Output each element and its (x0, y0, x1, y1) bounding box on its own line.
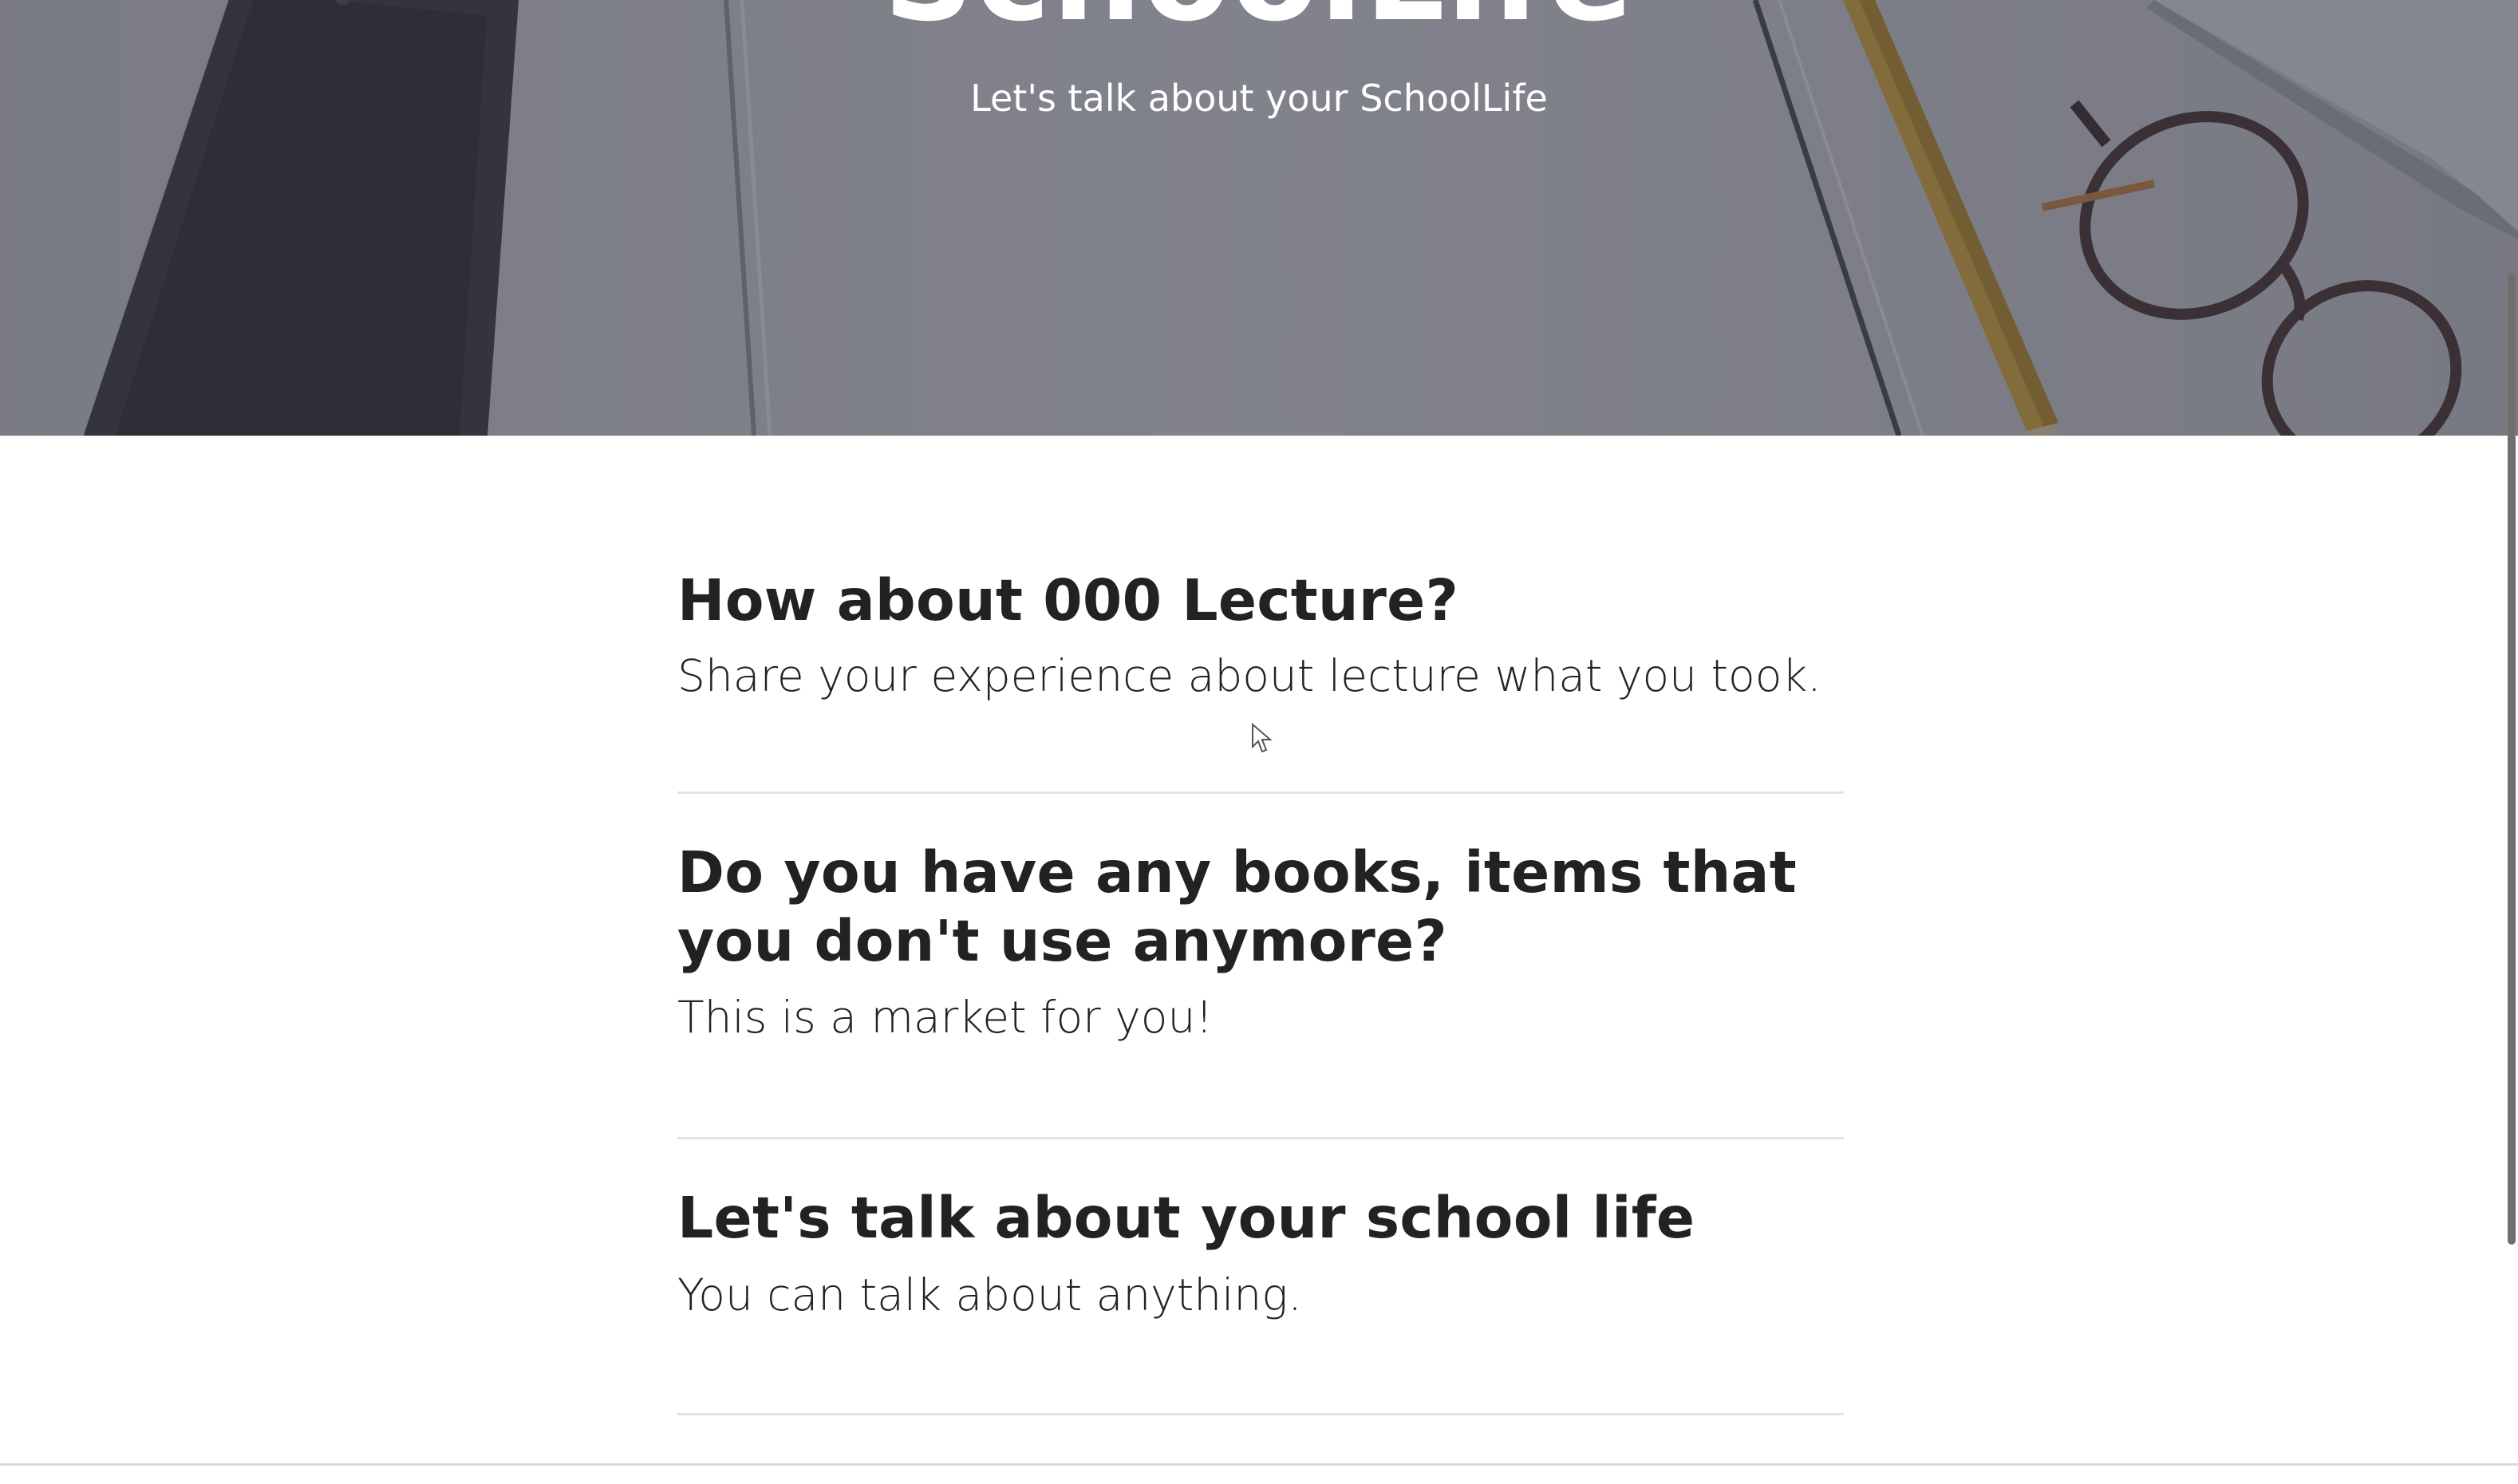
site-title[interactable]: SchoolLife (0, 0, 2518, 40)
post-preview-school-life[interactable]: Let's talk about your school life You ca… (677, 1139, 1844, 1415)
post-list: How about 000 Lecture? Share your experi… (677, 511, 1844, 1415)
post-subtitle: Share your experience about lecture what… (677, 650, 1821, 701)
post-subtitle: This is a market for you! (677, 992, 1214, 1043)
post-title[interactable]: How about 000 Lecture? (677, 566, 1844, 635)
hero-header: SchoolLife Let's talk about your SchoolL… (0, 0, 2518, 436)
post-title[interactable]: Do you have any books, items that you do… (677, 839, 1844, 976)
window-bottom-edge (0, 1463, 2518, 1466)
post-subtitle: You can talk about anything. (677, 1269, 1302, 1320)
post-title[interactable]: Let's talk about your school life (677, 1184, 1844, 1253)
post-preview-market[interactable]: Do you have any books, items that you do… (677, 794, 1844, 1139)
mouse-cursor-icon (1252, 723, 1273, 753)
hero-background-image (0, 0, 2518, 436)
vertical-scrollbar[interactable] (2505, 0, 2518, 1465)
site-subtitle: Let's talk about your SchoolLife (970, 77, 1548, 120)
scrollbar-thumb[interactable] (2508, 273, 2516, 1245)
page: SchoolLife Let's talk about your SchoolL… (0, 0, 2518, 1484)
